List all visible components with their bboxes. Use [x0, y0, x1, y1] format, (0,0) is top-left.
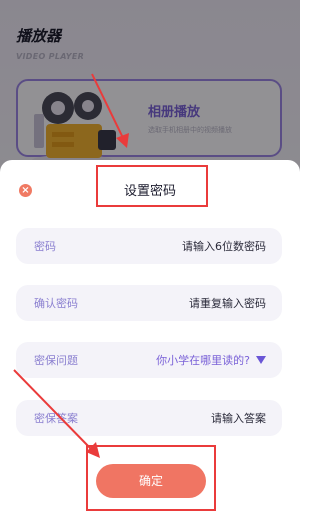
confirm-password-label: 确认密码: [34, 297, 78, 310]
password-label: 密码: [34, 240, 56, 253]
screen: 播放器 VIDEO PLAYER 相册播放 选取手机相册中的视频播放 × 设置密…: [0, 0, 300, 515]
security-question-label: 密保问题: [34, 354, 78, 367]
confirm-password-placeholder: 请重复输入密码: [189, 297, 266, 310]
security-answer-field[interactable]: 密保答案 请输入答案: [16, 400, 282, 436]
security-answer-placeholder: 请输入答案: [211, 412, 266, 425]
security-question-select[interactable]: 密保问题 你小学在哪里读的?: [16, 342, 282, 378]
security-answer-label: 密保答案: [34, 412, 78, 425]
title-annotation-box: [96, 165, 208, 207]
dropdown-caret-icon[interactable]: [256, 356, 266, 364]
set-password-dialog: × 设置密码 密码 请输入6位数密码 确认密码 请重复输入密码 密保问题 你小学…: [0, 160, 300, 515]
password-placeholder: 请输入6位数密码: [182, 240, 266, 253]
confirm-password-field[interactable]: 确认密码 请重复输入密码: [16, 285, 282, 321]
password-field[interactable]: 密码 请输入6位数密码: [16, 228, 282, 264]
security-question-value-wrap: 你小学在哪里读的?: [156, 352, 266, 368]
confirm-button[interactable]: 确定: [96, 464, 206, 498]
security-question-value: 你小学在哪里读的?: [156, 354, 250, 367]
